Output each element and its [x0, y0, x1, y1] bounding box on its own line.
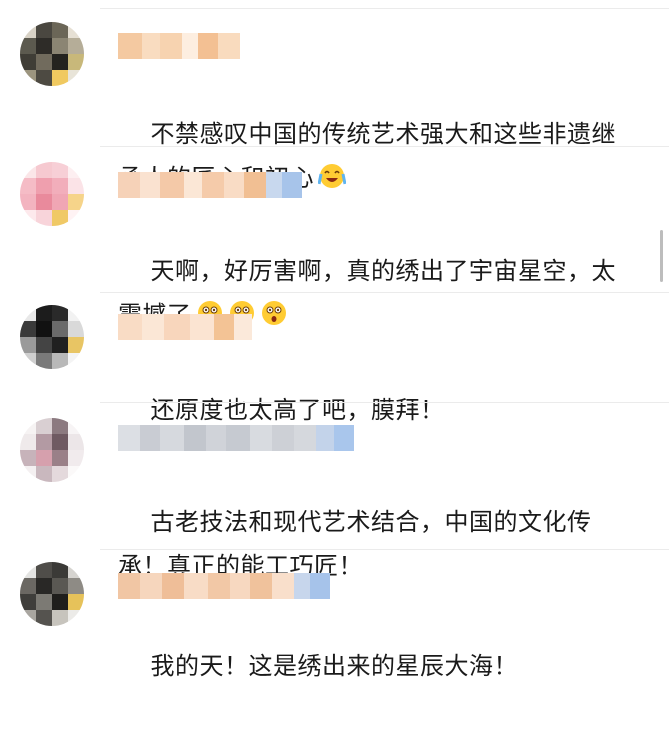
crying-laugh-emoji-icon: [318, 164, 346, 188]
scrollbar-thumb[interactable]: [660, 230, 663, 282]
username-blurred[interactable]: [118, 425, 354, 451]
username-blurred[interactable]: [118, 314, 252, 340]
astonished-emoji-icon: [261, 301, 286, 325]
divider: [100, 146, 669, 147]
username-blurred[interactable]: [118, 172, 302, 198]
avatar[interactable]: [20, 162, 84, 226]
divider: [100, 8, 669, 9]
avatar[interactable]: [20, 418, 84, 482]
username-blurred[interactable]: [118, 33, 240, 59]
avatar[interactable]: [20, 305, 84, 369]
username-blurred[interactable]: [118, 573, 330, 599]
avatar[interactable]: [20, 22, 84, 86]
divider: [100, 402, 669, 403]
divider: [100, 549, 669, 550]
avatar[interactable]: [20, 562, 84, 626]
divider: [100, 292, 669, 293]
comment-text: 我的天！这是绣出来的星辰大海！: [150, 652, 519, 680]
